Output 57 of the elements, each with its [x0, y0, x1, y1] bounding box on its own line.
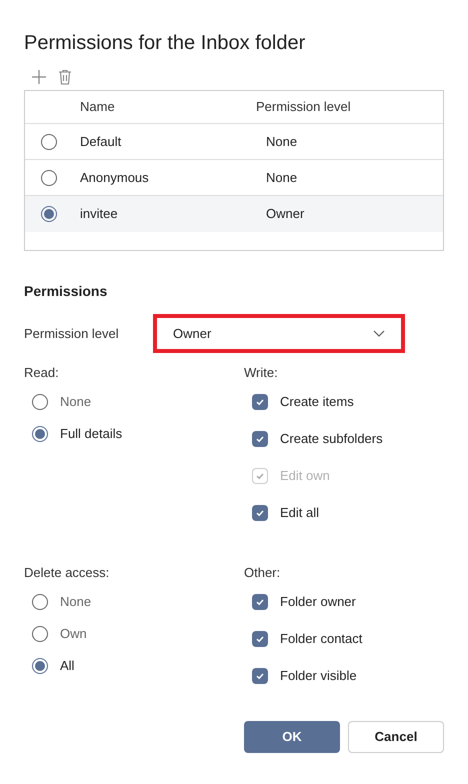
group-label: Other: [244, 564, 282, 582]
option-label: All [60, 657, 74, 676]
option-label: Folder contact [280, 630, 362, 648]
checkmark-icon [255, 597, 265, 607]
checkmark-icon [255, 397, 265, 407]
table-row[interactable]: invitee Owner [25, 196, 443, 232]
option-label: Edit own [280, 467, 330, 486]
group-label: Delete access: [24, 564, 110, 582]
checkmark-icon [255, 671, 265, 681]
checkbox[interactable] [252, 431, 268, 447]
radio-button[interactable] [32, 626, 48, 642]
radio-button[interactable] [32, 594, 48, 610]
field-label: Permission level [24, 324, 120, 343]
option-label: Folder visible [280, 667, 357, 686]
trash-icon[interactable] [58, 69, 72, 85]
table-cell-text: Owner [266, 205, 304, 224]
checkbox[interactable] [252, 631, 268, 647]
radio-button[interactable] [32, 426, 48, 442]
checkbox[interactable] [252, 594, 268, 610]
option-label: None [60, 393, 92, 412]
table-cell-text: Anonymous [80, 168, 150, 187]
group-label: Write: [244, 364, 279, 382]
option-label: Edit all [280, 504, 320, 522]
group-label: Read: [24, 364, 60, 382]
checkmark-icon [255, 434, 265, 444]
checkbox[interactable] [252, 668, 268, 684]
radio-button[interactable] [32, 394, 48, 410]
option-label: Create items [280, 393, 354, 412]
add-icon[interactable] [32, 70, 46, 84]
option-label: Own [60, 625, 87, 644]
ok-button[interactable]: OK [244, 721, 340, 753]
cancel-button[interactable]: Cancel [348, 721, 444, 753]
checkbox[interactable] [252, 505, 268, 521]
checkmark-icon [255, 471, 265, 481]
table-cell-text: invitee [80, 205, 119, 224]
option-label: Folder owner [280, 593, 356, 612]
checkmark-icon [255, 634, 265, 644]
table-cell-text: None [266, 168, 298, 187]
column-header: Permission level [256, 98, 351, 116]
checkmark-icon [255, 508, 265, 518]
radio-button[interactable] [41, 134, 57, 150]
column-header: Name [80, 98, 116, 116]
dropdown-value: Owner [173, 324, 212, 343]
chevron-down-icon [373, 330, 385, 337]
checkbox[interactable] [252, 394, 268, 410]
table-cell-text: None [266, 132, 298, 151]
option-label: Full details [60, 425, 122, 444]
dialog-title: Permissions for the Inbox folder [24, 31, 306, 56]
section-heading: Permissions [24, 282, 108, 301]
radio-button[interactable] [32, 658, 48, 674]
option-label: Create subfolders [280, 430, 383, 448]
table-cell-text: Default [80, 132, 122, 151]
table-row[interactable]: Default None [25, 124, 443, 160]
option-label: None [60, 593, 92, 612]
radio-button[interactable] [41, 206, 57, 222]
radio-button[interactable] [41, 170, 57, 186]
permission-level-dropdown[interactable]: Owner [153, 314, 405, 353]
